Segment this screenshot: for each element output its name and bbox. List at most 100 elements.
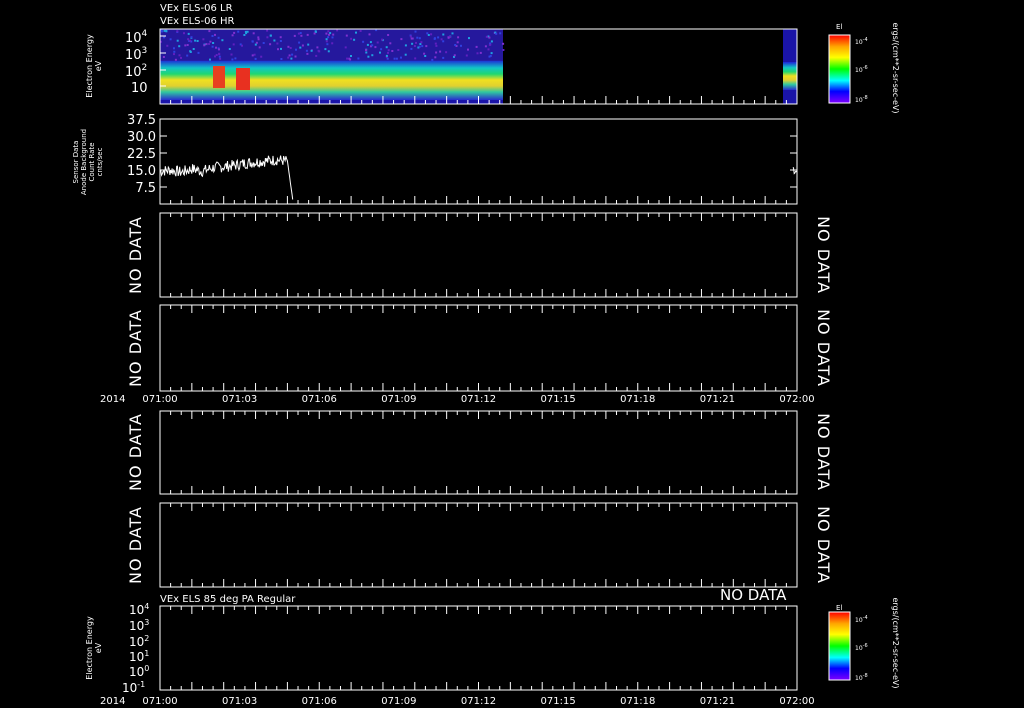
time-axis-1: 2014 071:00 071:03 071:06 071:09 071:12 071:1…: [100, 394, 815, 405]
spectrogram-noise-pixel: [306, 52, 309, 55]
spectrogram-noise-pixel: [344, 46, 347, 49]
spec-ylabel-line-1: Electron Energy: [85, 34, 94, 98]
spectrogram-noise-pixel: [324, 48, 327, 51]
spectrogram-noise-pixel: [488, 36, 491, 39]
spectrogram-noise-pixel: [233, 31, 236, 34]
spectrogram-noise-pixel: [228, 48, 231, 50]
colorbar-tick-3: 10-8: [855, 95, 868, 104]
spectrogram-noise-pixel: [244, 30, 247, 33]
spectrogram-noise-pixel: [165, 30, 168, 33]
spectrogram-noise-pixel: [183, 32, 185, 35]
spectrogram-noise-pixel: [465, 54, 468, 57]
colorbar-tick-2: 10-6: [855, 65, 868, 74]
spec-ytick-10: 10: [131, 81, 148, 96]
spectrogram-noise-pixel: [253, 53, 256, 56]
spectrogram-noise-pixel: [488, 43, 491, 46]
bottom-ytick-1e0: 100: [129, 664, 149, 679]
empty-panel-1-frame: [159, 212, 798, 298]
bottom-spectrogram-y-label: Electron Energy eV: [85, 616, 103, 680]
spectrogram-noise-pixel: [243, 34, 246, 36]
line-ylabel-line-1: Sensor Data: [72, 141, 80, 184]
empty-panel-4-frame: [159, 502, 798, 588]
empty-panel-3-frame: [159, 410, 798, 495]
spectrogram-noise-pixel: [192, 48, 195, 50]
spectrogram-noise-pixel: [257, 36, 260, 39]
plot-canvas: VEx ELS-06 LR VEx ELS-06 HR 104 103 102 …: [72, 3, 900, 707]
time-axis-1-labels: 071:00 071:03 071:06 071:09 071:12 071:15 071:…: [142, 394, 814, 405]
bottom-ylabel-line-2: eV: [94, 642, 103, 653]
time-tick-label: 071:06: [302, 696, 337, 707]
spectrogram-noise-pixel: [291, 53, 294, 56]
bottom-ytick-1e4: 104: [129, 602, 149, 617]
spectrogram-noise-pixel: [307, 43, 310, 46]
spectrogram-noise-pixel: [187, 38, 190, 41]
spectrogram-noise-pixel: [254, 43, 257, 46]
spectrogram-noise-pixel: [266, 29, 269, 32]
spectrogram-noise-pixel: [327, 36, 330, 39]
spectrogram-noise-pixel: [215, 46, 217, 49]
time-tick-label: 071:06: [302, 394, 337, 405]
spectrogram-noise-pixel: [416, 36, 419, 39]
spectrogram-noise-pixel: [374, 46, 377, 49]
spectrogram-noise-pixel: [221, 39, 224, 42]
colorbar-title: El: [836, 23, 842, 31]
bottom-spectrogram-y-tick-labels: 104 103 102 101 100 10-1: [122, 602, 149, 695]
spectrogram-hotspot-1: [213, 66, 225, 88]
spectrogram-noise-pixel: [475, 45, 478, 48]
spectrogram-noise-pixel: [395, 57, 398, 60]
spectrogram-noise-pixel: [418, 37, 421, 40]
spectrogram-noise-pixel: [325, 38, 328, 41]
time-axis-2: 2014 071:00 071:03 071:06 071:09 071:12 071:1…: [100, 696, 815, 707]
spectrogram-noise-pixel: [430, 33, 433, 36]
time-tick-label: 071:12: [461, 696, 496, 707]
spectrogram-noise-pixel: [479, 51, 482, 54]
spectrogram-noise-pixel: [279, 40, 282, 42]
spectrogram-noise-pixel: [176, 39, 179, 42]
spectrogram-noise-pixel: [467, 48, 469, 51]
spectrogram-noise-pixel: [411, 42, 414, 45]
spectrogram-noise-pixel: [371, 44, 374, 47]
spectrogram-noise-pixel: [295, 48, 297, 51]
spectrogram-noise-pixel: [163, 36, 166, 39]
spectrogram-noise-pixel: [445, 51, 448, 54]
spectrogram-noise-pixel: [209, 40, 212, 43]
spectrogram-noise-pixel: [420, 41, 423, 44]
spectrogram-noise-pixel: [190, 36, 193, 39]
spectrogram-noise-pixel: [327, 50, 330, 53]
spectrogram-noise-pixel: [349, 58, 352, 61]
bottom-colorbar-tick-1: 10-4: [855, 615, 868, 624]
bottom-colorbar-title: El: [836, 604, 842, 612]
line-series-group: [159, 155, 798, 200]
spectrogram-noise-pixel: [325, 40, 328, 43]
spectrogram-noise-pixel: [433, 37, 436, 40]
spectrogram-noise-pixel: [435, 51, 438, 54]
spec-ytick-1e4: 104: [125, 29, 148, 46]
time-tick-label: 071:21: [700, 696, 735, 707]
spectrogram-main-band: [160, 60, 503, 100]
anode-background-panel: 37.5 30.0 22.5 15.0 7.5 Sensor Data Anode Ba…: [72, 113, 798, 205]
spectrogram-noise-pixel: [424, 55, 427, 57]
spectrogram-noise-pixel: [277, 48, 279, 51]
spectrogram-noise-pixel: [442, 33, 445, 36]
spectrogram-noise-pixel: [325, 32, 328, 35]
spectrogram-noise-pixel: [409, 35, 412, 38]
spectrogram-noise-pixel: [273, 39, 276, 42]
spectrogram-noise-pixel: [287, 45, 290, 48]
bottom-colorbar-unit-label: ergs/(cm**2-sr-sec-eV): [891, 597, 900, 688]
spectrogram-noise-pixel: [214, 55, 216, 58]
spectrogram-noise-pixel: [255, 41, 258, 44]
spectrogram-noise-pixel: [251, 40, 254, 43]
spectrogram-noise-pixel: [163, 29, 166, 32]
spectrogram-noise-pixel: [490, 40, 493, 43]
spectrogram-noise-pixel: [209, 58, 211, 61]
spectrogram-noise-pixel: [369, 41, 372, 44]
spectrogram-noise-pixel: [218, 52, 221, 55]
spectrogram-noise-pixel: [380, 48, 383, 51]
empty-panel-4: NO DATA NO DATA: [126, 502, 833, 588]
spectrogram-noise-pixel: [305, 49, 308, 52]
spectrogram-noise-pixel: [346, 57, 349, 60]
line-y-tick-label: 30.0: [127, 130, 156, 145]
line-y-tick-label: 15.0: [127, 164, 156, 179]
bottom-spectrogram-ticks: [159, 606, 798, 690]
spectrogram-noise-pixel: [269, 34, 272, 37]
